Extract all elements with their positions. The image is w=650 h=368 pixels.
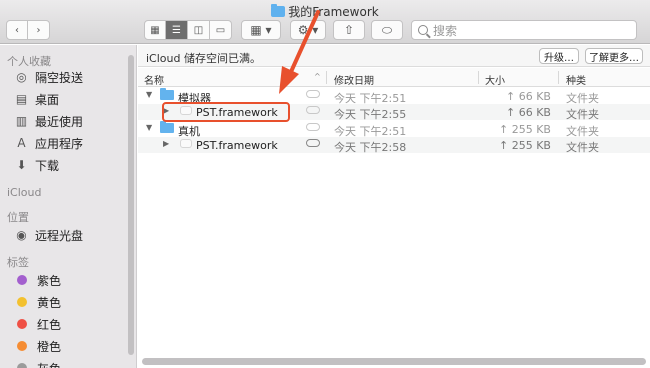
annotation-arrow-icon xyxy=(279,10,320,94)
